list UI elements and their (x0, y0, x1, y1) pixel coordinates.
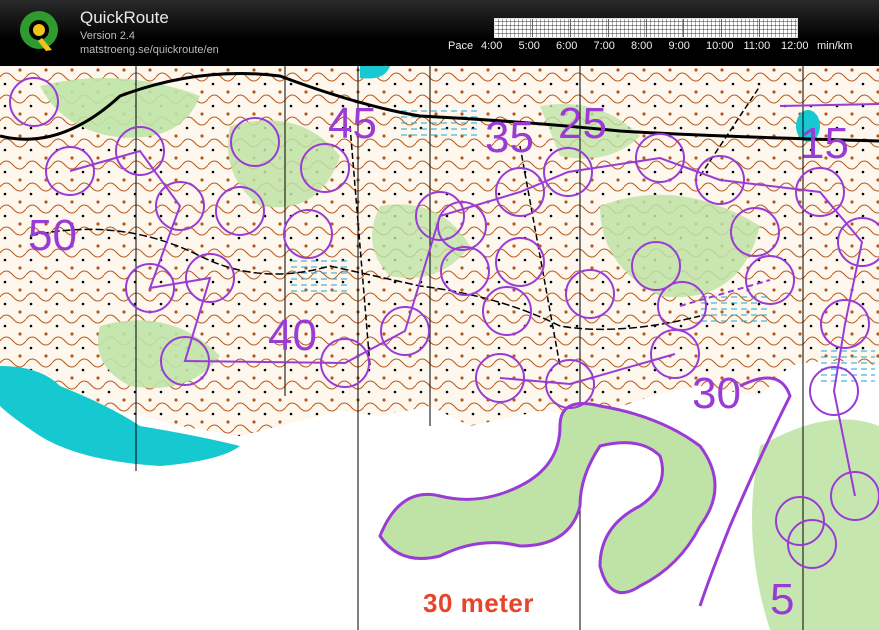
pace-segment (684, 19, 723, 37)
pace-tick: 6:00 (556, 40, 578, 52)
pace-unit: min/km (817, 40, 853, 52)
pace-color-bar (494, 18, 798, 38)
app-version: Version 2.4 (80, 30, 136, 42)
pace-tick: 8:00 (631, 40, 653, 52)
control-number: 50 (28, 211, 77, 260)
pace-segment (495, 19, 533, 37)
pace-segment (760, 19, 797, 37)
winding-course-area (378, 402, 717, 595)
control-number: 45 (328, 99, 377, 148)
app-header: QuickRoute Version 2.4 matstroeng.se/qui… (0, 0, 879, 66)
pace-segment (646, 19, 685, 37)
app-title: QuickRoute (80, 8, 169, 27)
pace-label: Pace (448, 40, 474, 52)
control-number: 35 (485, 113, 534, 162)
pace-tick: 9:00 (668, 40, 690, 52)
pace-segment (532, 19, 571, 37)
control-number: 40 (268, 311, 317, 360)
scale-label: 30 meter (423, 588, 534, 618)
pace-segment (608, 19, 647, 37)
pace-tick: 5:00 (518, 40, 540, 52)
pace-tick: 11:00 (743, 40, 771, 52)
control-number: 30 (692, 369, 741, 418)
pace-tick: 4:00 (481, 40, 503, 52)
orienteering-map[interactable]: 45 35 25 15 50 40 30 5 (0, 66, 879, 630)
app-url: matstroeng.se/quickroute/en (80, 44, 219, 56)
pace-tick: 10:00 (706, 40, 734, 52)
pace-tick: 12:00 (781, 40, 809, 52)
pace-segment (722, 19, 761, 37)
control-number: 15 (800, 119, 849, 168)
control-number: 5 (770, 575, 794, 624)
pace-tick: 7:00 (593, 40, 615, 52)
pace-segment (570, 19, 609, 37)
quickroute-logo-icon (20, 11, 58, 51)
control-number: 25 (558, 99, 607, 148)
pace-ticks: 4:00 5:00 6:00 7:00 8:00 9:00 10:00 11:0… (481, 40, 819, 52)
